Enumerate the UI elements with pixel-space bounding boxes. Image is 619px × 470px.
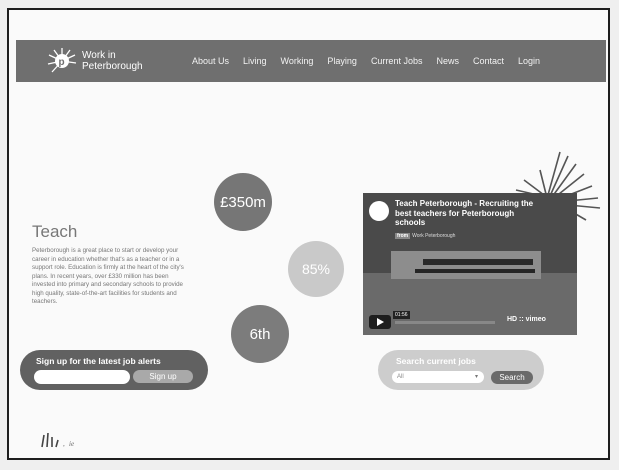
job-alert-signup: Sign up for the latest job alerts Sign u… bbox=[20, 350, 208, 390]
video-duration: 01:56 bbox=[393, 311, 410, 319]
channel-avatar[interactable] bbox=[369, 201, 389, 221]
logo-sunburst-icon: p bbox=[47, 48, 77, 73]
video-player[interactable]: Teach Peterborough - Recruiting the best… bbox=[363, 193, 577, 335]
nav-current-jobs[interactable]: Current Jobs bbox=[371, 56, 423, 66]
signup-button[interactable]: Sign up bbox=[133, 370, 193, 383]
stat-bubble-ranking: 6th bbox=[231, 305, 289, 363]
job-search: Search current jobs All ▾ Search bbox=[378, 350, 544, 390]
nav-login[interactable]: Login bbox=[518, 56, 540, 66]
nav-living[interactable]: Living bbox=[243, 56, 267, 66]
nav-links: About Us Living Working Playing Current … bbox=[192, 40, 540, 82]
nav-working[interactable]: Working bbox=[281, 56, 314, 66]
chevron-down-icon: ▾ bbox=[474, 374, 478, 380]
job-category-select[interactable]: All ▾ bbox=[392, 371, 484, 383]
top-navbar: p Work in Peterborough About Us Living W… bbox=[16, 40, 606, 82]
brand-logo[interactable]: p Work in Peterborough bbox=[46, 46, 166, 76]
brand-line-1: Work in bbox=[82, 50, 116, 61]
video-byline: from Work Peterborough bbox=[395, 233, 455, 239]
video-controls[interactable]: HD :: vimeo bbox=[507, 316, 546, 323]
search-button[interactable]: Search bbox=[491, 371, 533, 384]
video-ground bbox=[363, 273, 577, 335]
svg-text:p: p bbox=[59, 57, 65, 68]
video-building-windows bbox=[415, 269, 535, 273]
nav-news[interactable]: News bbox=[436, 56, 459, 66]
brand-name: Work in Peterborough bbox=[82, 50, 143, 72]
footer-logo-icon: , ie bbox=[41, 432, 74, 448]
nav-about-us[interactable]: About Us bbox=[192, 56, 229, 66]
section-body: Peterborough is a great place to start o… bbox=[32, 247, 184, 306]
svg-text:ie: ie bbox=[69, 440, 74, 448]
video-progress-bar[interactable] bbox=[395, 321, 495, 324]
video-school-building bbox=[391, 251, 541, 279]
nav-playing[interactable]: Playing bbox=[327, 56, 357, 66]
signup-label: Sign up for the latest job alerts bbox=[36, 356, 161, 366]
play-icon[interactable] bbox=[369, 315, 391, 329]
brand-line-2: Peterborough bbox=[82, 61, 143, 72]
svg-text:,: , bbox=[63, 440, 65, 448]
job-category-value: All bbox=[397, 374, 404, 380]
signup-email-input[interactable] bbox=[34, 370, 130, 384]
video-building-windows bbox=[423, 259, 533, 265]
video-from-prefix: from bbox=[395, 233, 411, 239]
search-label: Search current jobs bbox=[396, 356, 476, 366]
video-title[interactable]: Teach Peterborough - Recruiting the best… bbox=[395, 199, 545, 228]
stat-bubble-investment: £350m bbox=[214, 173, 272, 231]
stat-bubble-percentage: 85% bbox=[288, 241, 344, 297]
video-channel-name[interactable]: Work Peterborough bbox=[412, 233, 455, 239]
section-title: Teach bbox=[32, 222, 78, 242]
nav-contact[interactable]: Contact bbox=[473, 56, 504, 66]
